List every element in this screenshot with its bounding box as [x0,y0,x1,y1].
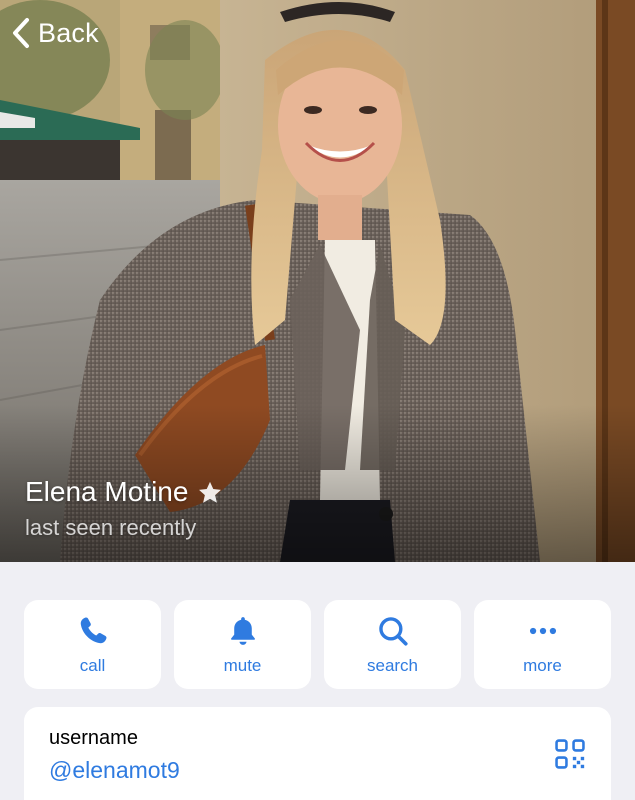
search-label: search [366,656,419,675]
bell-icon [230,617,255,645]
mute-button[interactable]: mute [174,600,311,689]
last-seen-status: last seen recently [25,515,197,540]
qr-code-icon [555,739,585,769]
qr-code-button[interactable] [553,737,587,771]
username-value[interactable]: @elenamot9 [49,756,180,784]
phone-icon [80,617,106,644]
back-button[interactable]: Back [10,14,99,52]
call-label: call [79,656,106,675]
profile-name: Elena Motine [25,476,189,507]
mute-label: mute [223,656,262,675]
search-button[interactable]: search [324,600,461,689]
profile-header: Elena Motine last seen recently [25,474,224,542]
ellipsis-icon [529,627,556,635]
magnifier-icon [378,617,408,646]
more-button[interactable]: more [474,600,611,689]
profile-photo[interactable]: Back Elena Motine last seen recently [0,0,635,562]
back-label: Back [38,18,99,48]
username-label: username [49,727,138,749]
more-label: more [523,656,562,675]
chevron-left-icon [13,18,29,48]
username-card: username @elenamot9 [24,707,611,800]
call-button[interactable]: call [24,600,161,689]
action-buttons: call mute search more [24,600,611,689]
star-icon[interactable] [196,479,224,507]
